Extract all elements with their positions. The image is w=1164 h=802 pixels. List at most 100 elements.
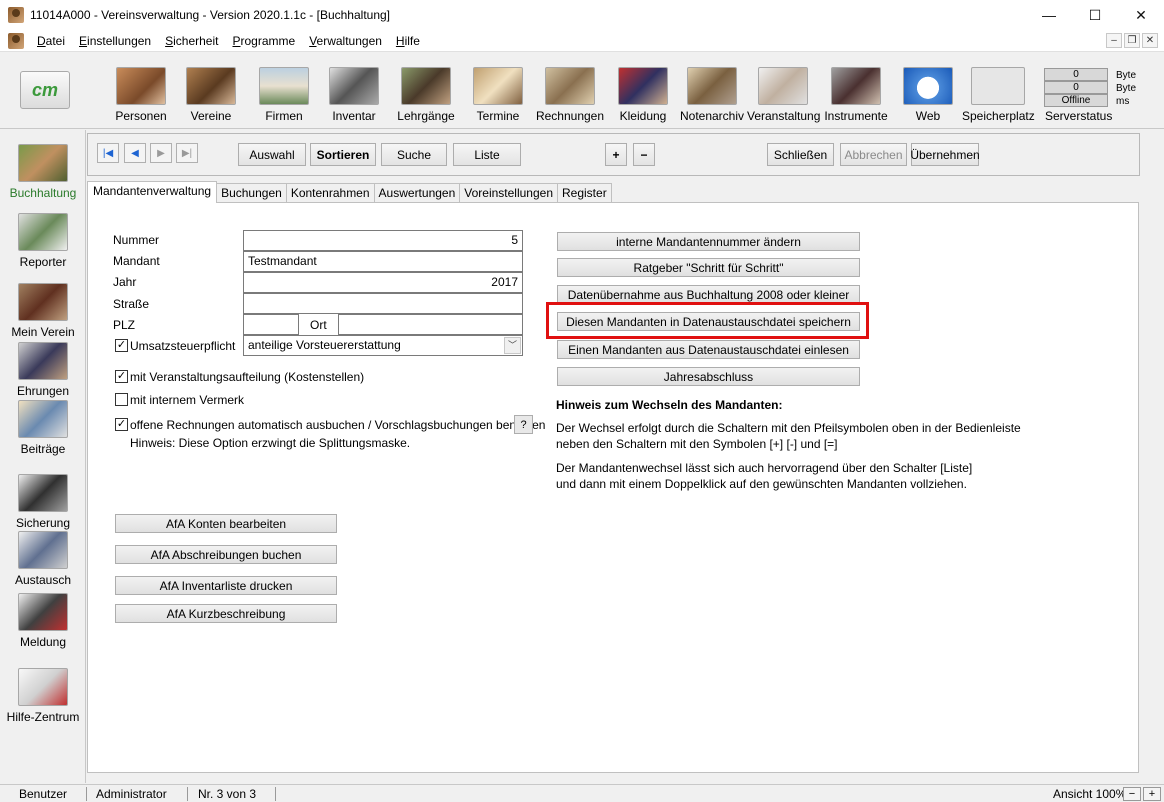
tab-strip: Mandantenverwaltung Buchungen Kontenrahm… (87, 181, 612, 203)
mdi-minimize-button[interactable]: – (1106, 33, 1122, 48)
sidebar-item-reporter[interactable]: Reporter (0, 213, 86, 269)
abbrechen-button[interactable]: Abbrechen (840, 143, 907, 166)
remove-record-button[interactable]: − (633, 143, 655, 166)
navigation-bar: |◀ ◀ ▶ ▶| Auswahl Sortieren Suche Liste … (87, 133, 1140, 176)
jahr-label: Jahr (113, 275, 137, 289)
menu-bar: Datei Einstellungen Sicherheit Programme… (0, 30, 1164, 52)
rechnungen-label: offene Rechnungen automatisch ausbuchen … (130, 418, 546, 432)
menu-programme[interactable]: Programme (225, 34, 302, 48)
toolbar-speicherplatz[interactable]: Speicherplatz (962, 67, 1035, 123)
previous-record-icon[interactable]: ◀ (124, 143, 146, 163)
window-title: 11014A000 - Vereinsverwaltung - Version … (30, 8, 391, 22)
afa-konten-button[interactable]: AfA Konten bearbeiten (115, 514, 337, 533)
mdi-restore-button[interactable]: ❐ (1124, 33, 1140, 48)
tab-mandantenverwaltung[interactable]: Mandantenverwaltung (87, 181, 218, 203)
sidebar-item-buchhaltung[interactable]: Buchhaltung (0, 144, 86, 200)
chevron-down-icon[interactable]: ﹀ (504, 337, 521, 354)
nummer-label: Nummer (113, 233, 160, 247)
uebernehmen-button[interactable]: Übernehmen (910, 143, 980, 166)
sidebar-item-meldung[interactable]: Meldung (0, 593, 86, 649)
toolbar-termine[interactable]: Termine (462, 67, 534, 123)
ort-input[interactable] (338, 314, 523, 335)
last-record-icon[interactable]: ▶| (176, 143, 198, 163)
afa-abschreibungen-button[interactable]: AfA Abschreibungen buchen (115, 545, 337, 564)
sidebar-item-austausch[interactable]: Austausch (0, 531, 86, 587)
server-status-panel: 0 0 Offline (1044, 68, 1108, 107)
toolbar-kleidung[interactable]: Kleidung (607, 67, 679, 123)
nummer-input[interactable]: 5 (243, 230, 523, 251)
tab-auswertungen[interactable]: Auswertungen (373, 183, 461, 203)
toolbar-notenarchiv[interactable]: Notenarchiv (676, 67, 748, 123)
tab-buchungen[interactable]: Buchungen (216, 183, 287, 203)
hint-p2a: Der Mandantenwechsel lässt sich auch her… (556, 461, 973, 475)
server-unit-3: ms (1116, 96, 1130, 107)
toolbar-inventar[interactable]: Inventar (318, 67, 390, 123)
maximize-button[interactable]: ☐ (1072, 0, 1118, 30)
sidebar-item-sicherung[interactable]: Sicherung (0, 474, 86, 530)
auswahl-button[interactable]: Auswahl (238, 143, 306, 166)
plz-input[interactable] (243, 314, 299, 335)
sidebar-item-beitraege[interactable]: Beiträge (0, 400, 86, 456)
server-value-3: Offline (1044, 94, 1108, 107)
suche-button[interactable]: Suche (381, 143, 447, 166)
help-button[interactable]: ? (514, 415, 533, 434)
toolbar-web[interactable]: Web (892, 67, 964, 123)
umsatzsteuer-select[interactable]: anteilige Vorsteuererstattung ﹀ (243, 335, 523, 356)
minimize-button[interactable]: — (1026, 0, 1072, 30)
first-record-icon[interactable]: |◀ (97, 143, 119, 163)
clothing-icon (618, 67, 668, 105)
ort-label: Ort (310, 318, 327, 332)
add-record-button[interactable]: + (605, 143, 627, 166)
toolbar-personen[interactable]: Personen (105, 67, 177, 123)
tab-register[interactable]: Register (557, 183, 612, 203)
sidebar-item-hilfe-zentrum[interactable]: Hilfe-Zentrum (0, 668, 86, 724)
document-icon[interactable] (8, 32, 24, 49)
zoom-in-button[interactable]: + (1143, 787, 1161, 801)
vermerk-checkbox[interactable] (115, 393, 128, 406)
rechnungen-checkbox[interactable]: ✓ (115, 418, 128, 431)
toolbar-veranstaltung[interactable]: Veranstaltung (747, 67, 820, 123)
tab-kontenrahmen[interactable]: Kontenrahmen (285, 183, 375, 203)
close-button[interactable]: ✕ (1118, 0, 1164, 30)
zoom-out-button[interactable]: − (1123, 787, 1141, 801)
sidebar-item-mein-verein[interactable]: Mein Verein (0, 283, 86, 339)
cm-logo[interactable]: cm (20, 71, 70, 109)
mandantennummer-aendern-button[interactable]: interne Mandantennummer ändern (557, 232, 860, 251)
server-unit-1: Byte (1116, 70, 1137, 81)
sortieren-button[interactable]: Sortieren (310, 143, 376, 166)
status-bar: Benutzer Administrator Nr. 3 von 3 Ansic… (0, 784, 1164, 802)
server-value-2: 0 (1044, 81, 1108, 94)
status-separator (187, 787, 188, 801)
umsatzsteuer-checkbox[interactable]: ✓ (115, 339, 128, 352)
tab-voreinstellungen[interactable]: Voreinstellungen (459, 183, 558, 203)
toolbar-instrumente[interactable]: Instrumente (820, 67, 892, 123)
ratgeber-button[interactable]: Ratgeber "Schritt für Schritt" (557, 258, 860, 277)
afa-kurzbeschreibung-button[interactable]: AfA Kurzbeschreibung (115, 604, 337, 623)
strasse-input[interactable] (243, 293, 523, 314)
toolbar-vereine[interactable]: Vereine (175, 67, 247, 123)
liste-button[interactable]: Liste (453, 143, 521, 166)
jahresabschluss-button[interactable]: Jahresabschluss (557, 367, 860, 386)
sidebar-item-ehrungen[interactable]: Ehrungen (0, 342, 86, 398)
schliessen-button[interactable]: Schließen (767, 143, 834, 166)
veranstaltung-checkbox[interactable]: ✓ (115, 370, 128, 383)
status-separator (275, 787, 276, 801)
veranstaltung-label: mit Veranstaltungsaufteilung (Kostenstel… (130, 370, 365, 384)
menu-verwaltungen[interactable]: Verwaltungen (302, 34, 389, 48)
mdi-close-button[interactable]: ✕ (1142, 33, 1158, 48)
honors-icon (18, 342, 68, 380)
umsatzsteuer-label: Umsatzsteuerpflicht (130, 339, 236, 353)
menu-sicherheit[interactable]: Sicherheit (158, 34, 225, 48)
mandant-einlesen-button[interactable]: Einen Mandanten aus Datenaustauschdatei … (557, 340, 860, 359)
menu-hilfe[interactable]: Hilfe (389, 34, 427, 48)
next-record-icon[interactable]: ▶ (150, 143, 172, 163)
afa-inventarliste-button[interactable]: AfA Inventarliste drucken (115, 576, 337, 595)
toolbar-rechnungen[interactable]: Rechnungen (534, 67, 606, 123)
toolbar-firmen[interactable]: Firmen (248, 67, 320, 123)
toolbar-lehrgaenge[interactable]: Lehrgänge (390, 67, 462, 123)
menu-einstellungen[interactable]: Einstellungen (72, 34, 158, 48)
menu-datei[interactable]: Datei (30, 34, 72, 48)
status-record: Nr. 3 von 3 (198, 787, 257, 801)
jahr-input[interactable]: 2017 (243, 272, 523, 293)
mandant-input[interactable]: Testmandant (243, 251, 523, 272)
